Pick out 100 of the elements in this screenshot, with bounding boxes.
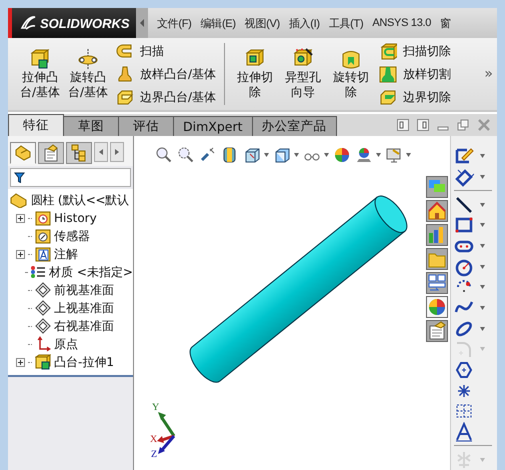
- menu-item[interactable]: 工具(T): [320, 16, 364, 30]
- tree-item[interactable]: 注解: [54, 246, 78, 262]
- feature-tab[interactable]: 办公室产品: [252, 116, 337, 136]
- dropdown-caret-icon[interactable]: [480, 154, 485, 158]
- letter-a-icon[interactable]: [454, 422, 474, 442]
- menu-item[interactable]: 插入(I): [280, 16, 320, 30]
- dimension-icon[interactable]: [454, 167, 474, 187]
- dropdown-caret-icon[interactable]: [480, 326, 485, 331]
- tree-item[interactable]: 上视基准面: [54, 300, 114, 316]
- ribbon-button[interactable]: 异型孔向导: [281, 48, 326, 100]
- dropdown-caret-icon[interactable]: [264, 153, 269, 157]
- color-ball-icon[interactable]: [333, 146, 351, 164]
- plane-icon: [35, 300, 51, 316]
- task-pane-tab[interactable]: [426, 176, 448, 198]
- dropdown-caret-icon[interactable]: [480, 244, 485, 248]
- material-list-icon: [30, 264, 46, 280]
- tree-item[interactable]: 右视基准面: [54, 318, 114, 334]
- task-pane-tab[interactable]: [426, 200, 448, 222]
- menu-item[interactable]: ANSYS 13.0: [363, 17, 432, 29]
- task-pane-tab[interactable]: [426, 320, 448, 342]
- ribbon-button[interactable]: 边界切除: [379, 88, 452, 106]
- color-ball-icon: [427, 297, 447, 317]
- tree-item[interactable]: 原点: [54, 336, 78, 352]
- gauge-folder-icon: [35, 228, 51, 244]
- maximize-icon[interactable]: [457, 119, 469, 131]
- expand-plus-icon[interactable]: [16, 358, 25, 366]
- feature-manager-icon: [14, 144, 32, 162]
- tree-item[interactable]: 传感器: [54, 228, 90, 244]
- dropdown-caret-icon[interactable]: [480, 306, 485, 310]
- menu-item[interactable]: 编辑(E): [192, 16, 236, 30]
- expand-plus-icon[interactable]: [16, 214, 25, 222]
- polygon-icon[interactable]: [454, 360, 474, 380]
- rectangle-icon[interactable]: [454, 215, 474, 236]
- x-axis-label: X: [150, 434, 158, 445]
- view-orientation-icon[interactable]: [243, 146, 261, 164]
- task-pane-tab[interactable]: [426, 248, 448, 270]
- ribbon-button[interactable]: 旋转凸台/基体: [66, 48, 110, 100]
- previous-view-icon[interactable]: [199, 146, 217, 164]
- restore-right-icon[interactable]: [417, 119, 429, 131]
- tree-root-item[interactable]: 圆柱 (默认<<默认: [31, 192, 129, 208]
- dropdown-caret-icon[interactable]: [324, 153, 329, 157]
- logo-text: SOLIDWORKS: [40, 16, 130, 30]
- sweep-cut-icon: [379, 42, 398, 60]
- dropdown-caret-icon[interactable]: [480, 175, 485, 179]
- clock-folder-icon: [35, 210, 51, 226]
- shaded-cube-icon[interactable]: [273, 146, 291, 164]
- ribbon-button[interactable]: 旋转切除: [329, 48, 374, 100]
- tree-item[interactable]: History: [54, 211, 97, 225]
- ribbon-button[interactable]: 放样凸台/基体: [116, 64, 216, 84]
- tree-item[interactable]: 前视基准面: [54, 282, 114, 298]
- feature-tab[interactable]: 特征: [8, 114, 64, 136]
- dropdown-caret-icon[interactable]: [480, 202, 485, 207]
- dropdown-caret-icon[interactable]: [480, 264, 485, 269]
- filter-icon: [14, 172, 25, 183]
- menu-item[interactable]: 文件(F): [148, 16, 192, 30]
- scroll-left-icon[interactable]: [94, 142, 108, 162]
- zoom-fit-icon[interactable]: [155, 146, 173, 164]
- filter-field[interactable]: [10, 168, 131, 187]
- panel-tab[interactable]: [66, 142, 92, 164]
- ribbon-button[interactable]: 扫描切除: [379, 42, 452, 60]
- panel-tab[interactable]: [38, 142, 64, 164]
- restore-left-icon[interactable]: [397, 119, 409, 131]
- feature-tab[interactable]: DimXpert: [173, 116, 253, 136]
- palette-icon: [427, 273, 447, 293]
- ribbon-button[interactable]: 拉伸切除: [233, 48, 278, 100]
- boundary-boss-icon: [116, 88, 134, 106]
- dropdown-caret-icon[interactable]: [406, 153, 411, 157]
- dropdown-caret-icon[interactable]: [480, 223, 485, 228]
- dropdown-caret-icon[interactable]: [480, 285, 485, 290]
- dropdown-caret-icon[interactable]: [294, 153, 299, 157]
- task-pane-tab[interactable]: [426, 224, 448, 246]
- feature-tab[interactable]: 草图: [63, 116, 119, 136]
- property-sheet-icon: [42, 144, 60, 162]
- z-axis-label: Z: [151, 449, 158, 460]
- menu-item[interactable]: 窗: [431, 16, 451, 30]
- ribbon-button[interactable]: 拉伸凸台/基体: [18, 48, 62, 100]
- monitor-icon[interactable]: [385, 146, 403, 164]
- revolve-cut-icon: [340, 48, 362, 70]
- task-pane-tab[interactable]: [426, 272, 448, 294]
- dropdown-caret-icon[interactable]: [376, 153, 381, 157]
- task-pane-tab[interactable]: [426, 296, 448, 318]
- line-icon[interactable]: [454, 194, 474, 215]
- part-icon: [10, 192, 28, 208]
- revolve-boss-icon: [77, 48, 99, 70]
- sketch-pencil-icon[interactable]: [454, 146, 474, 166]
- tree-item[interactable]: 材质 <未指定>: [49, 264, 133, 280]
- scroll-right-icon[interactable]: [110, 142, 124, 162]
- feature-tab[interactable]: 评估: [118, 116, 174, 136]
- zoom-area-icon[interactable]: [177, 146, 195, 164]
- scroll-left-icon[interactable]: [136, 8, 148, 38]
- ribbon-button[interactable]: 放样切割: [379, 64, 452, 84]
- scene-ball-icon[interactable]: [355, 146, 373, 164]
- panel-tab[interactable]: [10, 142, 36, 164]
- ds-mark-icon: [20, 15, 36, 31]
- menu-item[interactable]: 视图(V): [236, 16, 280, 30]
- more-button[interactable]: »: [484, 66, 493, 82]
- expand-plus-icon[interactable]: [16, 250, 25, 258]
- ribbon-button[interactable]: 边界凸台/基体: [116, 88, 216, 106]
- tree-item[interactable]: 凸台-拉伸1: [54, 354, 114, 370]
- ribbon-button[interactable]: 扫描: [116, 42, 216, 60]
